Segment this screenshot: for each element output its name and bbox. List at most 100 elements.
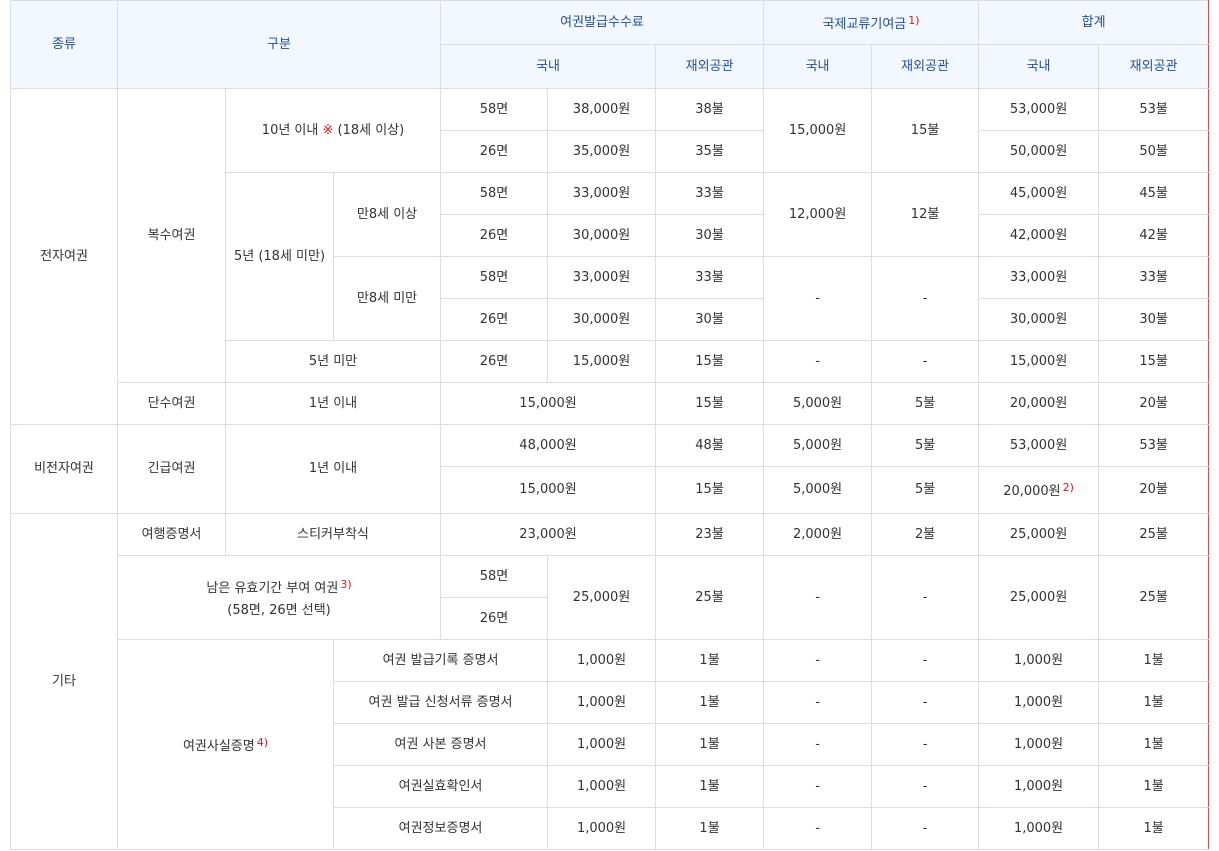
total-domestic-cell: 33,000원 — [978, 256, 1100, 299]
issue-domestic-cell: 1,000원 — [547, 681, 657, 724]
total-overseas-cell: 30불 — [1098, 298, 1210, 341]
issue-overseas-cell: 15불 — [655, 466, 765, 514]
pages-cell: 26면 — [440, 298, 549, 341]
fund-overseas-cell: 5불 — [871, 382, 980, 425]
footnote-4: 4) — [256, 735, 269, 749]
header-intl-fund: 국제교류기여금 1) — [763, 0, 980, 45]
total-overseas-cell: 15불 — [1098, 340, 1210, 383]
header-fund-overseas: 재외공관 — [871, 44, 980, 89]
total-domestic-cell: 30,000원 — [978, 298, 1100, 341]
fund-overseas-cell: 5불 — [871, 424, 980, 467]
pages-cell: 58면 — [440, 555, 549, 598]
total-overseas-cell: 33불 — [1098, 256, 1210, 299]
total-overseas-cell: 53불 — [1098, 88, 1210, 131]
cert-name-cell: 여권정보증명서 — [332, 807, 549, 850]
type-multiple: 복수여권 — [117, 88, 226, 383]
table-row: 여권사실증명 4) 여권 발급기록 증명서 1,000원 1불 - - 1,000… — [11, 639, 1210, 850]
pages-cell: 58면 — [440, 172, 549, 215]
fund-overseas-cell: - — [871, 555, 980, 640]
cert-name-cell: 여권 사본 증명서 — [332, 723, 549, 766]
fund-domestic-cell: - — [763, 256, 873, 341]
table-row: 비전자여권 긴급여권 1년 이내 48,000원 48불 5,000원 5불 5… — [10, 424, 1210, 514]
total-domestic-value: 20,000원 — [1003, 484, 1061, 499]
issue-domestic-cell: 33,000원 — [547, 172, 657, 215]
issue-overseas-cell: 1불 — [655, 639, 765, 682]
fund-domestic-cell: 15,000원 — [763, 88, 873, 173]
age-8-under: 만8세 미만 — [332, 256, 442, 341]
total-overseas-cell: 25불 — [1098, 513, 1210, 556]
travel-cert-type: 스티커부착식 — [224, 513, 442, 556]
caution-mark: ※ — [322, 122, 334, 138]
fund-domestic-cell: - — [763, 807, 873, 850]
issue-overseas-cell: 1불 — [655, 807, 765, 850]
fund-domestic-cell: 12,000원 — [763, 172, 873, 257]
period-emergency: 1년 이내 — [224, 424, 442, 514]
fund-overseas-cell: - — [871, 340, 980, 383]
pages-cell: 26면 — [440, 597, 549, 640]
issue-domestic-cell: 30,000원 — [547, 298, 657, 341]
issue-overseas-cell: 1불 — [655, 681, 765, 724]
age-8-over: 만8세 이상 — [332, 172, 442, 257]
total-domestic-cell: 1,000원 — [978, 723, 1100, 766]
header-category: 구분 — [116, 0, 442, 89]
issue-domestic-cell: 48,000원 — [440, 424, 657, 467]
cert-name-cell: 여권 발급기록 증명서 — [332, 639, 549, 682]
table-row: 단수여권 1년 이내 15,000원 15불 5,000원 5불 20,000원… — [11, 382, 1210, 425]
issue-domestic-cell: 38,000원 — [547, 88, 657, 131]
header-total-domestic: 국내 — [978, 44, 1100, 89]
total-overseas-cell: 20불 — [1098, 466, 1210, 514]
total-domestic-cell: 42,000원 — [978, 214, 1100, 257]
total-domestic-cell: 45,000원 — [978, 172, 1100, 215]
fund-domestic-cell: - — [763, 639, 873, 682]
fund-domestic-cell: - — [763, 340, 873, 383]
issue-overseas-cell: 48불 — [655, 424, 765, 467]
type-fact-cert: 여권사실증명 4) — [117, 639, 334, 850]
footnote-1: 1) — [908, 13, 920, 27]
cert-name-cell: 여권 발급 신청서류 증명서 — [332, 681, 549, 724]
fact-cert-label: 여권사실증명 — [182, 738, 255, 754]
issue-domestic-cell: 33,000원 — [547, 256, 657, 299]
issue-overseas-cell: 33불 — [655, 172, 765, 215]
issue-overseas-cell: 33불 — [655, 256, 765, 299]
kind-other: 기타 — [10, 513, 118, 850]
issue-overseas-cell: 30불 — [655, 298, 765, 341]
passport-fee-table: 종류 구분 여권발급수수료 국제교류기여금 1) 합계 국내 재외공관 국내 재외… — [10, 0, 1210, 850]
fund-domestic-cell: 2,000원 — [763, 513, 873, 556]
period-ten-year-age: (18세 이상) — [333, 122, 405, 138]
total-domestic-cell: 1,000원 — [978, 765, 1100, 808]
header-kind: 종류 — [10, 0, 118, 89]
total-overseas-cell: 25불 — [1098, 555, 1210, 640]
pages-cell: 26면 — [440, 130, 549, 173]
total-overseas-cell: 45불 — [1098, 172, 1210, 215]
total-domestic-cell: 15,000원 — [978, 340, 1100, 383]
fund-overseas-cell: - — [871, 639, 980, 682]
issue-domestic-cell: 1,000원 — [547, 723, 657, 766]
issue-overseas-cell: 15불 — [655, 382, 765, 425]
header-issue-overseas: 재외공관 — [655, 44, 765, 89]
issue-domestic-cell: 23,000원 — [440, 513, 657, 556]
period-single: 1년 이내 — [224, 382, 442, 425]
issue-domestic-cell: 35,000원 — [547, 130, 657, 173]
fund-domestic-cell: - — [763, 723, 873, 766]
total-domestic-cell: 53,000원 — [978, 424, 1100, 467]
table-row: 전자여권 복수여권 10년 이내 ※ (18세 이상) 58면 38,000원 … — [10, 88, 1210, 425]
issue-overseas-cell: 1불 — [655, 723, 765, 766]
pages-cell: 26면 — [440, 214, 549, 257]
issue-overseas-cell: 23불 — [655, 513, 765, 556]
issue-domestic-cell: 25,000원 — [547, 555, 657, 640]
total-domestic-cell: 25,000원 — [978, 555, 1100, 640]
total-domestic-cell: 50,000원 — [978, 130, 1100, 173]
type-single: 단수여권 — [117, 382, 226, 425]
issue-overseas-cell: 35불 — [655, 130, 765, 173]
header-issue-domestic: 국내 — [440, 44, 657, 89]
total-overseas-cell: 1불 — [1098, 807, 1210, 850]
issue-domestic-cell: 15,000원 — [440, 382, 657, 425]
total-domestic-cell: 1,000원 — [978, 639, 1100, 682]
total-domestic-cell: 20,000원 — [978, 382, 1100, 425]
issue-overseas-cell: 15불 — [655, 340, 765, 383]
header-total: 합계 — [978, 0, 1210, 45]
total-domestic-cell: 1,000원 — [978, 681, 1100, 724]
issue-domestic-cell: 1,000원 — [547, 639, 657, 682]
period-under-five: 5년 미만 — [224, 340, 442, 383]
total-overseas-cell: 1불 — [1098, 639, 1210, 682]
